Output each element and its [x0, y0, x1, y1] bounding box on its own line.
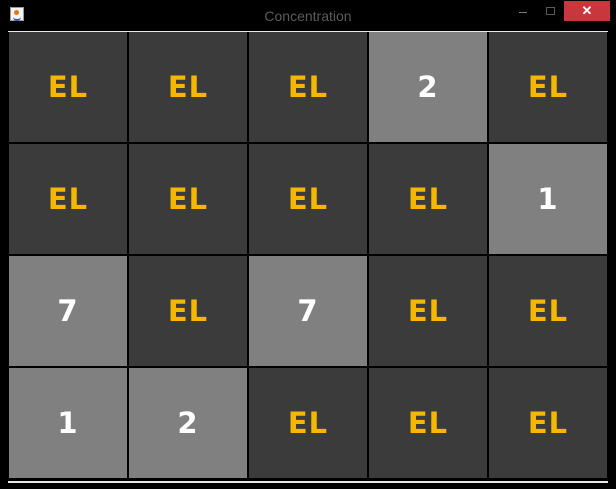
card-r1-c2[interactable]: EL	[129, 32, 247, 142]
card-r2-c5[interactable]: 1	[489, 144, 607, 254]
card-r3-c3[interactable]: 7	[249, 256, 367, 366]
title-bar[interactable]: Concentration ✕	[0, 0, 616, 31]
card-r2-c3[interactable]: EL	[249, 144, 367, 254]
card-r3-c2[interactable]: EL	[129, 256, 247, 366]
card-r2-c4[interactable]: EL	[369, 144, 487, 254]
card-r4-c4[interactable]: EL	[369, 368, 487, 478]
card-r1-c1[interactable]: EL	[9, 32, 127, 142]
card-r1-c3[interactable]: EL	[249, 32, 367, 142]
card-r2-c1[interactable]: EL	[9, 144, 127, 254]
card-r3-c4[interactable]: EL	[369, 256, 487, 366]
card-r1-c5[interactable]: EL	[489, 32, 607, 142]
card-r4-c5[interactable]: EL	[489, 368, 607, 478]
card-r2-c2[interactable]: EL	[129, 144, 247, 254]
close-icon: ✕	[581, 3, 593, 18]
minimize-button[interactable]	[513, 1, 533, 21]
card-r4-c1[interactable]: 1	[9, 368, 127, 478]
card-r3-c5[interactable]: EL	[489, 256, 607, 366]
card-board: EL EL EL 2 EL EL EL EL EL 1 7 EL 7 EL EL 1 2 EL EL EL	[8, 32, 608, 481]
card-r1-c4[interactable]: 2	[369, 32, 487, 142]
close-button[interactable]: ✕	[564, 1, 610, 21]
maximize-button[interactable]	[540, 1, 560, 21]
card-r4-c2[interactable]: 2	[129, 368, 247, 478]
frame-bottom-border	[8, 481, 608, 483]
card-r4-c3[interactable]: EL	[249, 368, 367, 478]
card-r3-c1[interactable]: 7	[9, 256, 127, 366]
